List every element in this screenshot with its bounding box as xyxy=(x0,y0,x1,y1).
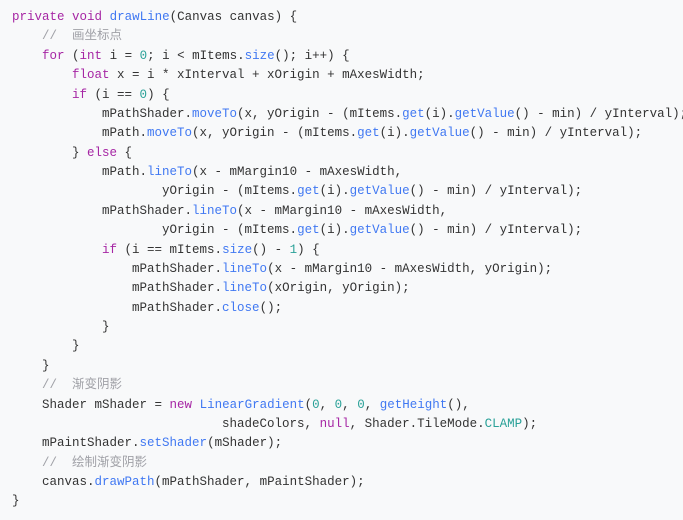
code-line: float x = i * xInterval + xOrigin + mAxe… xyxy=(12,68,425,82)
code-line: shadeColors, null, Shader.TileMode.CLAMP… xyxy=(12,417,537,431)
code-line: mPathShader.lineTo(x - mMargin10 - mAxes… xyxy=(12,262,552,276)
code-line: if (i == mItems.size() - 1) { xyxy=(12,243,320,257)
code-line: private void drawLine(Canvas canvas) { xyxy=(12,10,297,24)
code-line: mPathShader.moveTo(x, yOrigin - (mItems.… xyxy=(12,107,683,121)
code-line: mPathShader.close(); xyxy=(12,301,282,315)
code-line: // 画坐标点 xyxy=(12,29,122,43)
code-block: private void drawLine(Canvas canvas) { /… xyxy=(12,8,671,512)
code-line: mPath.moveTo(x, yOrigin - (mItems.get(i)… xyxy=(12,126,642,140)
code-line: mPathShader.lineTo(xOrigin, yOrigin); xyxy=(12,281,410,295)
code-line: yOrigin - (mItems.get(i).getValue() - mi… xyxy=(12,184,582,198)
code-line: } else { xyxy=(12,146,132,160)
code-line: } xyxy=(12,494,20,508)
code-line: // 渐变阴影 xyxy=(12,378,122,392)
code-line: yOrigin - (mItems.get(i).getValue() - mi… xyxy=(12,223,582,237)
code-line: } xyxy=(12,320,110,334)
code-line: mPathShader.lineTo(x - mMargin10 - mAxes… xyxy=(12,204,447,218)
code-line: Shader mShader = new LinearGradient(0, 0… xyxy=(12,398,470,412)
code-line: if (i == 0) { xyxy=(12,88,170,102)
code-line: mPath.lineTo(x - mMargin10 - mAxesWidth, xyxy=(12,165,402,179)
code-line: canvas.drawPath(mPathShader, mPaintShade… xyxy=(12,475,365,489)
code-line: } xyxy=(12,339,80,353)
code-line: for (int i = 0; i < mItems.size(); i++) … xyxy=(12,49,350,63)
code-line: // 绘制渐变阴影 xyxy=(12,456,147,470)
code-line: } xyxy=(12,359,50,373)
code-line: mPaintShader.setShader(mShader); xyxy=(12,436,282,450)
